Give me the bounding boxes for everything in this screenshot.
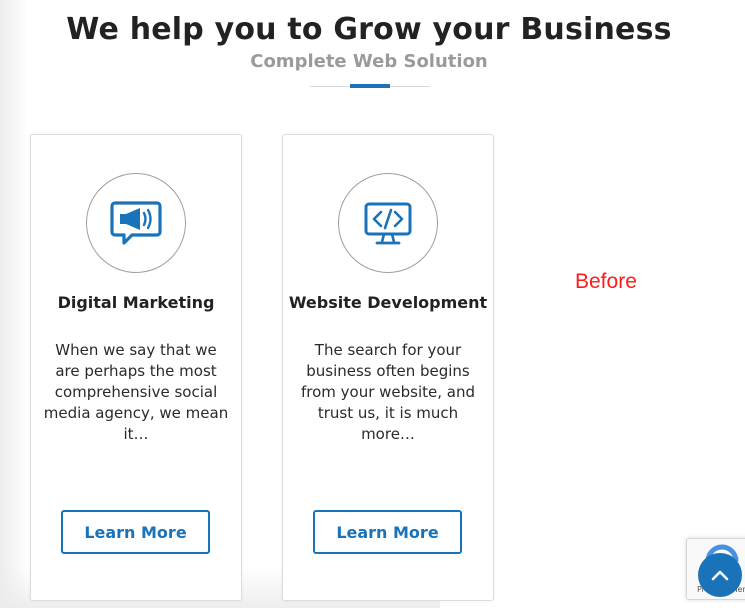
left-edge-shadow — [0, 0, 28, 608]
card-description: When we say that we are perhaps the most… — [43, 341, 229, 443]
card-description: The search for your business often begin… — [300, 341, 476, 443]
before-label: Before — [575, 270, 637, 293]
card-title: Digital Marketing — [57, 293, 215, 312]
service-card-website-development: Website Development The search for your … — [282, 134, 494, 601]
learn-more-button[interactable]: Learn More — [313, 510, 462, 554]
title-divider-accent — [350, 84, 390, 88]
icon-circle — [86, 173, 186, 273]
chevron-up-icon — [711, 570, 729, 581]
code-monitor-icon — [364, 202, 412, 245]
megaphone-icon — [110, 201, 162, 245]
card-title: Website Development — [288, 293, 488, 312]
section-subtitle: Complete Web Solution — [250, 51, 488, 72]
learn-more-button[interactable]: Learn More — [61, 510, 210, 554]
section-title: We help you to Grow your Business — [66, 12, 672, 47]
icon-circle — [338, 173, 438, 273]
service-card-digital-marketing: Digital Marketing When we say that we ar… — [30, 134, 242, 601]
scroll-to-top-button[interactable] — [698, 553, 742, 597]
